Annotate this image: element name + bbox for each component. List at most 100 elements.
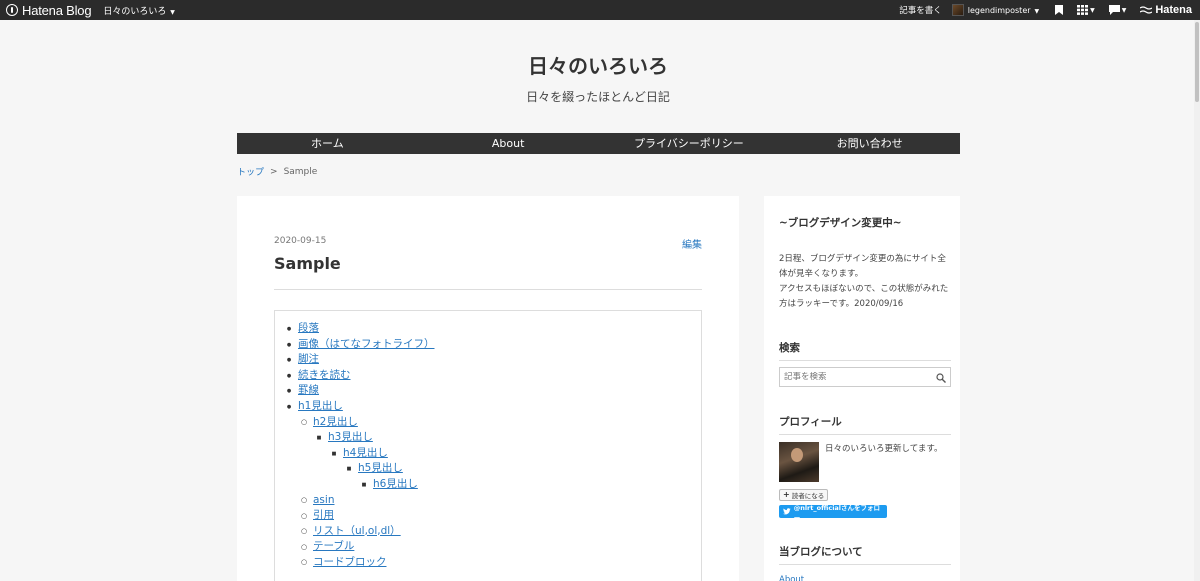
global-nav: ホーム About プライバシーポリシー お問い合わせ [237, 133, 960, 154]
bullet-icon [358, 476, 370, 494]
toc-link[interactable]: h1見出し [298, 399, 343, 415]
toc-link[interactable]: 画像（はてなフォトライフ） [298, 337, 435, 353]
global-bar-right: 記事を書く legendimposter ▼ ▼ ▼ Hatena [899, 0, 1192, 20]
toc-link[interactable]: 引用 [313, 508, 334, 524]
toc-link[interactable]: h6見出し [373, 477, 418, 493]
user-menu[interactable]: legendimposter ▼ [968, 6, 1039, 15]
nav-item-privacy-policy[interactable]: プライバシーポリシー [599, 133, 780, 154]
toc-link[interactable]: 罫線 [298, 383, 319, 399]
profile-title: プロフィール [779, 414, 951, 435]
become-reader-button[interactable]: + 読者になる [779, 488, 829, 501]
nav-item-contact[interactable]: お問い合わせ [779, 133, 960, 154]
twitter-follow-label: @nlrt_officialさんをフォロー [793, 503, 881, 522]
about-module: 当ブログについて About [779, 544, 951, 581]
hatena-logo-text: Hatena [1155, 4, 1192, 16]
sidebar: ~ブログデザイン変更中~ 2日程、ブログデザイン変更の為にサイト全体が見辛くなり… [764, 196, 960, 581]
breadcrumb-separator: > [270, 166, 278, 177]
profile-text: 日々のいろいろ更新してます。 [825, 444, 943, 454]
toc-item: 罫線 [283, 383, 701, 399]
entry-title[interactable]: Sample [274, 254, 341, 273]
hatena-blog-logo-text[interactable]: Hatena Blog [22, 3, 92, 18]
toc-link[interactable]: 続きを読む [298, 368, 351, 384]
toc-link[interactable]: テーブル [313, 539, 354, 555]
toc-item: h6見出し [283, 477, 701, 493]
hatena-blog-logo-icon[interactable] [6, 4, 18, 16]
about-title: 当ブログについて [779, 544, 951, 565]
profile-image[interactable] [779, 442, 819, 482]
apps-grid-icon[interactable]: ▼ [1077, 5, 1095, 15]
bullet-icon [298, 554, 310, 571]
write-article-link[interactable]: 記事を書く [899, 4, 942, 16]
toc-link[interactable]: h2見出し [313, 415, 358, 431]
bullet-icon [298, 508, 310, 525]
toc-item: 続きを読む [283, 368, 701, 384]
blog-switcher[interactable]: 日々のいろいろ ▼ [103, 4, 175, 17]
global-bar-left: Hatena Blog 日々のいろいろ ▼ [6, 0, 175, 20]
notice-text-2: アクセスもほぼないので、この状態がみれた方はラッキーです。2020/09/16 [779, 284, 949, 309]
hatena-logo[interactable]: Hatena [1140, 4, 1192, 16]
hatena-wave-icon [1140, 6, 1153, 14]
notification-icon[interactable]: ▼ [1108, 5, 1126, 15]
username: legendimposter [967, 5, 1031, 15]
toc-link[interactable]: asin [313, 493, 334, 509]
notice-module: ~ブログデザイン変更中~ 2日程、ブログデザイン変更の為にサイト全体が見辛くなり… [779, 196, 951, 312]
caret-down-icon: ▼ [168, 8, 175, 16]
profile-row: 日々のいろいろ更新してます。 [779, 442, 951, 482]
nav-item-about[interactable]: About [418, 133, 599, 154]
toc-link[interactable]: 段落 [298, 321, 319, 337]
toc-item: リスト（ul,ol,dl） [283, 524, 701, 540]
toc-item: 画像（はてなフォトライフ） [283, 337, 701, 353]
bullet-icon [328, 445, 340, 463]
bullet-icon [298, 414, 310, 431]
search-icon[interactable] [936, 368, 946, 387]
blog-title[interactable]: 日々のいろいろ [0, 50, 1196, 79]
toc-item: h2見出し [283, 415, 701, 431]
toc-item: 段落 [283, 321, 701, 337]
blog-description: 日々を綴ったほとんど日記 [526, 90, 670, 104]
breadcrumb: トップ > Sample [237, 165, 318, 179]
toc-item: コードブロック [283, 555, 701, 571]
bullet-icon [283, 398, 295, 416]
toc-link[interactable]: h4見出し [343, 446, 388, 462]
search-title: 検索 [779, 340, 951, 361]
about-link[interactable]: About [779, 573, 951, 581]
toc-link[interactable]: h3見出し [328, 430, 373, 446]
entry-date[interactable]: 2020-09-15 [274, 236, 326, 246]
search-module: 検索 [779, 340, 951, 387]
toc-item: h3見出し [283, 430, 701, 446]
toc-item: h1見出し [283, 399, 701, 415]
bullet-icon [298, 539, 310, 556]
entry-divider [274, 289, 702, 290]
user-avatar[interactable] [951, 4, 964, 16]
search-input[interactable] [784, 372, 936, 382]
notice-title: ~ブログデザイン変更中~ [779, 217, 902, 229]
blog-switcher-label: 日々のいろいろ [103, 6, 167, 17]
toc-link[interactable]: コードブロック [313, 555, 387, 571]
caret-down-icon: ▼ [1032, 7, 1040, 15]
breadcrumb-top-link[interactable]: トップ [237, 165, 264, 178]
bullet-icon [343, 460, 355, 478]
toc-link[interactable]: リスト（ul,ol,dl） [313, 524, 401, 540]
toc-item: h4見出し [283, 446, 701, 462]
toc-item: 引用 [283, 508, 701, 524]
breadcrumb-current: Sample [283, 166, 318, 177]
bullet-icon [298, 492, 310, 509]
bullet-icon [313, 429, 325, 447]
twitter-bird-icon [783, 508, 791, 515]
toc-link[interactable]: h5見出し [358, 461, 403, 477]
notice-body: 2日程、ブログデザイン変更の為にサイト全体が見辛くなります。 アクセスもほぼない… [779, 252, 951, 312]
edit-link[interactable]: 編集 [682, 236, 702, 251]
toc-item: h5見出し [283, 461, 701, 477]
hatena-global-bar: Hatena Blog 日々のいろいろ ▼ 記事を書く legendimpost… [0, 0, 1200, 20]
bullet-icon [298, 523, 310, 540]
table-of-contents: 段落画像（はてなフォトライフ）脚注続きを読む罫線h1見出しh2見出しh3見出しh… [274, 310, 702, 581]
become-reader-label: 読者になる [791, 491, 825, 500]
nav-item-home[interactable]: ホーム [237, 133, 418, 154]
toc-item: 脚注 [283, 352, 701, 368]
twitter-follow-button[interactable]: @nlrt_officialさんをフォロー [779, 504, 887, 522]
search-box [779, 367, 951, 387]
toc-link[interactable]: 脚注 [298, 352, 319, 368]
notice-text-1: 2日程、ブログデザイン変更の為にサイト全体が見辛くなります。 [779, 254, 946, 279]
bookmark-icon[interactable] [1055, 5, 1064, 15]
toc-item: asin [283, 493, 701, 509]
